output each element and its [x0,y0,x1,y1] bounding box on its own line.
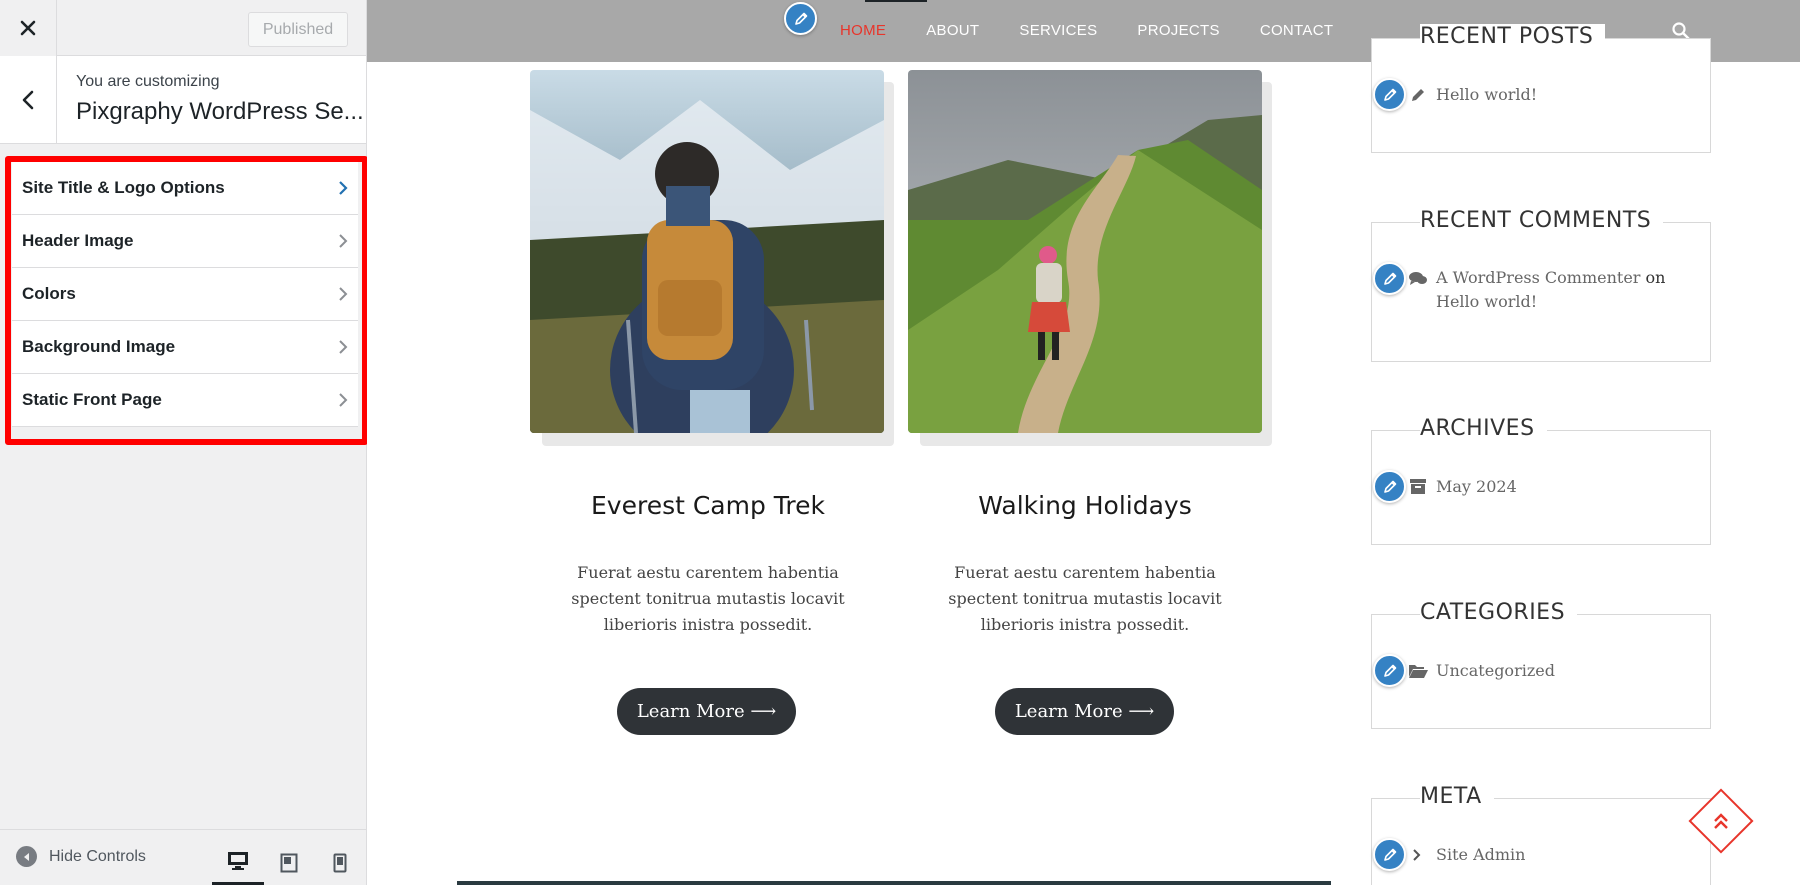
site-preview: HOME ABOUT SERVICES PROJECTS CONTACT Eve… [367,0,1800,885]
panel-label: Background Image [22,337,176,356]
double-chevron-up-icon [1714,813,1728,829]
close-icon [20,20,36,36]
comment-on-text: on [1645,268,1666,287]
chevron-right-icon [339,234,348,248]
customizer-header: Published [0,0,366,56]
card-title[interactable]: Everest Camp Trek [528,491,888,520]
desktop-preview-button[interactable] [212,840,264,885]
pencil-icon [1383,272,1396,285]
customizing-label: You are customizing [76,73,220,90]
customizer-sidebar: Published You are customizing Pixgraphy … [0,0,368,885]
hide-controls-button[interactable]: Hide Controls [16,846,146,867]
pencil-icon [1412,89,1424,101]
nav-item-services[interactable]: SERVICES [1019,22,1097,39]
panel-label: Static Front Page [22,390,162,409]
site-name: Pixgraphy WordPress Se... [76,98,364,125]
panel-static-front-page[interactable]: Static Front Page [12,374,358,427]
edit-widget-shortcut[interactable] [1373,78,1406,111]
nav-item-home[interactable]: HOME [840,22,886,39]
back-button[interactable] [0,56,57,144]
edit-menu-shortcut[interactable] [784,2,817,35]
site-admin-link[interactable]: Site Admin [1436,843,1525,867]
recent-comment-item: A WordPress Commenter on Hello world! [1436,266,1686,314]
learn-more-button[interactable]: Learn More ⟶ [617,688,796,735]
nav-item-about[interactable]: ABOUT [926,22,979,39]
customizer-footer: Hide Controls [0,829,366,885]
widget-title: META [1420,784,1494,809]
widget-title: ARCHIVES [1420,416,1547,441]
folder-open-icon [1409,665,1428,678]
close-customizer-button[interactable] [0,0,57,56]
panel-label: Colors [22,284,76,303]
card-image-container [908,70,1272,446]
customizer-info: You are customizing Pixgraphy WordPress … [0,56,366,144]
mountain-trail-image[interactable] [908,70,1262,433]
tablet-preview-button[interactable] [263,840,315,885]
publish-button[interactable]: Published [248,12,348,47]
desktop-icon [228,852,248,870]
archive-icon [1410,479,1426,494]
edit-widget-shortcut[interactable] [1373,470,1406,503]
panel-background-image[interactable]: Background Image [12,321,358,374]
comment-post-link[interactable]: Hello world! [1436,292,1537,311]
edit-widget-shortcut[interactable] [1373,838,1406,871]
panel-header-image[interactable]: Header Image [12,215,358,268]
pencil-icon [1383,664,1396,677]
chevron-right-icon [339,393,348,407]
comment-author-link[interactable]: A WordPress Commenter [1436,268,1640,287]
panel-colors[interactable]: Colors [12,268,358,321]
chevron-right-icon [1413,849,1421,861]
widget-title: CATEGORIES [1420,600,1578,625]
chevron-left-icon [22,90,34,110]
category-link[interactable]: Uncategorized [1436,659,1555,683]
nav-item-projects[interactable]: PROJECTS [1137,22,1219,39]
meta-widget [1371,798,1711,885]
edit-widget-shortcut[interactable] [1373,262,1406,295]
widget-title: RECENT COMMENTS [1420,208,1664,233]
learn-more-button[interactable]: Learn More ⟶ [995,688,1174,735]
comments-icon [1409,272,1427,285]
collapse-icon [16,846,37,867]
customizer-panel-list: Site Title & Logo Options Header Image C… [12,162,358,427]
edit-widget-shortcut[interactable] [1373,654,1406,687]
next-section-image-edge [457,881,1331,885]
widget-title: RECENT POSTS [1420,24,1606,49]
nav-item-contact[interactable]: CONTACT [1260,22,1333,39]
pencil-icon [1383,480,1396,493]
pencil-icon [1383,848,1396,861]
archive-link[interactable]: May 2024 [1436,475,1517,499]
card-image-container [530,70,894,446]
card-title[interactable]: Walking Holidays [905,491,1265,520]
card-excerpt: Fuerat aestu carentem habentia spectent … [571,563,845,634]
pencil-icon [794,12,807,25]
chevron-right-icon [339,287,348,301]
mobile-preview-button[interactable] [314,840,366,885]
pencil-icon [1383,88,1396,101]
card-excerpt: Fuerat aestu carentem habentia spectent … [948,563,1222,634]
panel-site-title-logo[interactable]: Site Title & Logo Options [12,162,358,215]
nav-active-indicator [865,0,927,2]
panel-label: Header Image [22,231,134,250]
recent-post-link[interactable]: Hello world! [1436,83,1537,107]
tablet-icon [280,853,298,873]
main-navigation: HOME ABOUT SERVICES PROJECTS CONTACT [840,22,1333,39]
hide-controls-label: Hide Controls [49,847,146,865]
chevron-right-icon [339,340,348,354]
mobile-icon [333,853,347,873]
chevron-right-icon [339,181,348,195]
panel-label: Site Title & Logo Options [22,178,225,197]
hiker-backpack-image[interactable] [530,70,884,433]
